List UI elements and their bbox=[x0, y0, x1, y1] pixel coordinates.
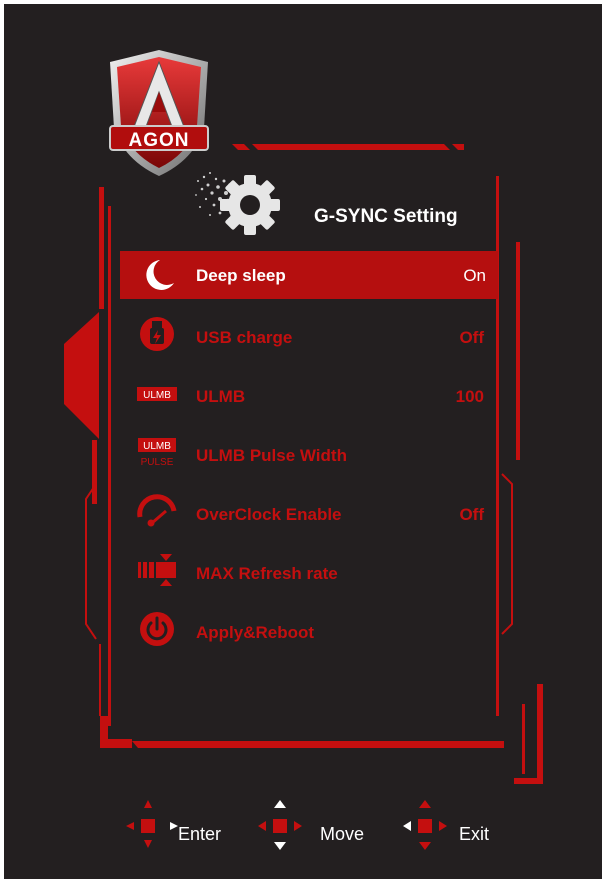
ulmb-badge-text: ULMB bbox=[143, 390, 171, 401]
page-title: G-SYNC Setting bbox=[314, 206, 458, 227]
menu-item-apply-reboot[interactable]: Apply&Reboot bbox=[120, 603, 498, 659]
ulmb-icon: ULMB bbox=[136, 375, 178, 411]
menu-item-ulmb-pulse-width[interactable]: ULMB PULSE ULMB Pulse Width bbox=[120, 426, 498, 482]
ulmb-pulse-icon: ULMB PULSE bbox=[136, 434, 178, 470]
legend-label: Enter bbox=[178, 824, 222, 844]
menu-item-ulmb[interactable]: ULMB ULMB 100 bbox=[120, 367, 498, 423]
pulse-badge-text: PULSE bbox=[141, 457, 174, 468]
refresh-rate-icon bbox=[136, 552, 178, 588]
dpad-exit-icon bbox=[399, 796, 459, 856]
menu-item-label: ULMB bbox=[196, 387, 246, 406]
menu-item-label: OverClock Enable bbox=[196, 505, 342, 524]
menu-item-label: MAX Refresh rate bbox=[196, 564, 338, 583]
legend-label: Exit bbox=[459, 824, 490, 844]
menu-item-value: Off bbox=[459, 505, 484, 524]
moon-icon bbox=[136, 257, 178, 293]
menu-item-label: Deep sleep bbox=[196, 266, 286, 285]
speedometer-icon bbox=[136, 493, 178, 529]
menu-item-overclock-enable[interactable]: OverClock Enable Off bbox=[120, 485, 498, 541]
osd-screen: AGON G-SYNC Setting Deep sleep On USB ch… bbox=[4, 4, 602, 879]
ulmb-badge-text: ULMB bbox=[143, 441, 171, 452]
dpad-move-icon bbox=[254, 796, 314, 856]
gear-icon bbox=[190, 159, 290, 244]
menu-item-label: ULMB Pulse Width bbox=[196, 446, 347, 465]
dpad-enter-icon bbox=[122, 796, 182, 856]
menu-item-label: USB charge bbox=[196, 328, 293, 347]
menu-item-value: Off bbox=[459, 328, 484, 347]
settings-menu: Deep sleep On USB charge Off ULMB ULMB 1… bbox=[120, 251, 498, 662]
menu-item-value: On bbox=[463, 266, 486, 285]
usb-charge-icon bbox=[136, 316, 178, 352]
menu-item-deep-sleep[interactable]: Deep sleep On bbox=[120, 251, 498, 299]
legend-label: Move bbox=[320, 824, 365, 844]
logo-text: AGON bbox=[128, 130, 190, 151]
menu-item-label: Apply&Reboot bbox=[196, 623, 315, 642]
menu-item-value: 100 bbox=[455, 387, 484, 406]
menu-item-usb-charge[interactable]: USB charge Off bbox=[120, 308, 498, 364]
power-icon bbox=[136, 611, 178, 647]
menu-item-max-refresh-rate[interactable]: MAX Refresh rate bbox=[120, 544, 498, 600]
